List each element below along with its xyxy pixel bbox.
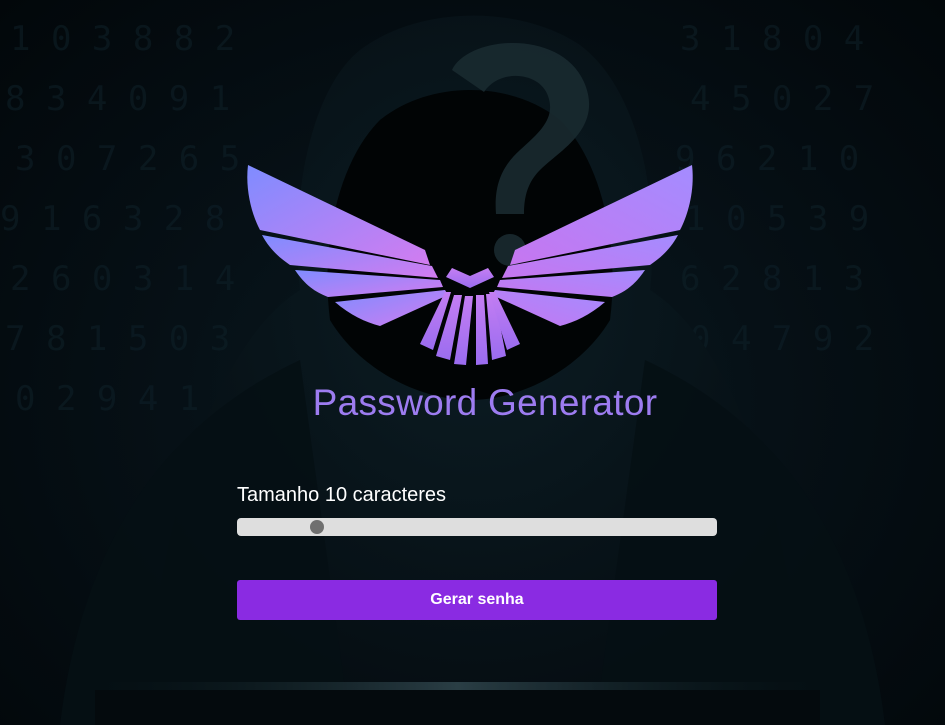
svg-text:2 6 0 3 1 4: 2 6 0 3 1 4 (10, 259, 235, 299)
svg-text:4 5 0 2 7: 4 5 0 2 7 (690, 79, 874, 119)
svg-text:7 8 1 5 0 3: 7 8 1 5 0 3 (5, 319, 230, 359)
svg-text:8 3 4 0 9 1: 8 3 4 0 9 1 (5, 79, 230, 119)
svg-text:1 0 3 8 8 2: 1 0 3 8 8 2 (10, 19, 235, 59)
length-label: Tamanho 10 caracteres (237, 483, 717, 508)
length-value: 10 (324, 484, 348, 506)
svg-text:3 0 7 2 6 5: 3 0 7 2 6 5 (15, 139, 240, 179)
length-slider-thumb[interactable] (310, 520, 325, 534)
length-label-suffix: caracteres (352, 484, 447, 506)
svg-text:9 1 6 3 2 8: 9 1 6 3 2 8 (0, 199, 225, 239)
svg-text:0 4 7 9 2: 0 4 7 9 2 (690, 319, 874, 359)
app-title: Password Generator (312, 382, 658, 423)
winged-emblem-icon (247, 165, 693, 365)
generate-password-button[interactable]: Gerar senha (237, 580, 717, 620)
length-slider[interactable] (237, 518, 717, 536)
app-page: 1 0 3 8 8 2 8 3 4 0 9 1 3 0 7 2 6 5 9 1 … (0, 0, 945, 725)
svg-text:9 6 2 1 0: 9 6 2 1 0 (675, 139, 859, 179)
svg-text:6 2 8 1 3: 6 2 8 1 3 (680, 259, 864, 299)
svg-text:3 1 8 0 4: 3 1 8 0 4 (680, 19, 864, 59)
length-label-prefix: Tamanho (237, 484, 320, 506)
svg-text:1 0 5 3 9: 1 0 5 3 9 (685, 199, 869, 239)
generator-controls: Tamanho 10 caracteres Gerar senha (237, 483, 717, 620)
